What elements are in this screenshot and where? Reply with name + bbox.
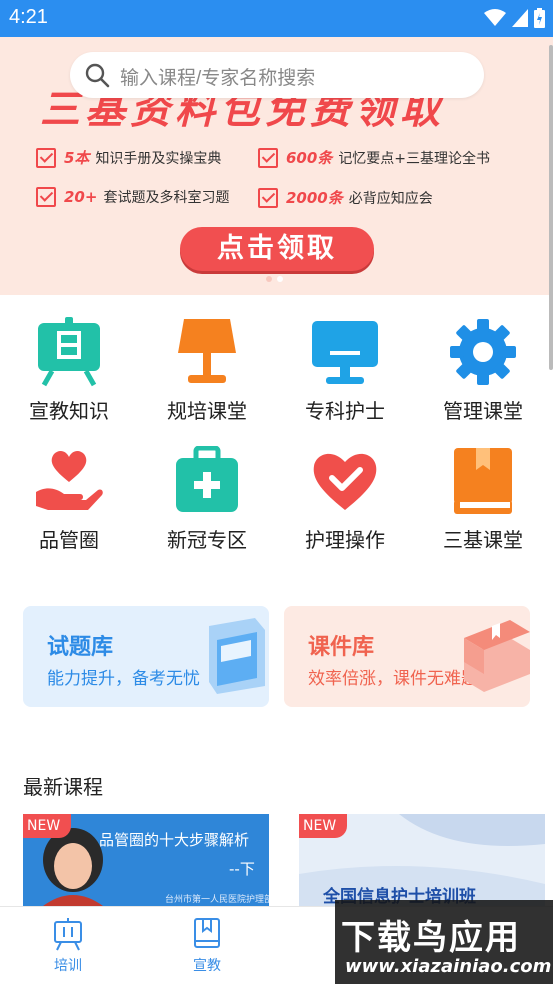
grid-item-quality-circle[interactable]: 品管圈 [9,446,129,553]
nav-label: 培训 [54,958,82,974]
feature-text: 必背应知应会 [348,190,433,207]
carousel-dot[interactable] [266,276,272,282]
course-card[interactable]: NEW 品管圈的十大步骤解析 --下 台州市第一人民医院护理部副主任 [23,814,269,906]
status-bar: 4:21 [0,0,553,37]
search-placeholder: 输入课程/专家名称搜索 [120,68,316,89]
checkbox-icon [258,147,278,168]
grid-label: 规培课堂 [167,401,247,423]
carousel-dot-active[interactable] [277,276,283,282]
new-badge: NEW [299,814,347,838]
search-icon [85,63,110,88]
course-title-suffix: --下 [229,860,255,878]
checkbox-icon [36,187,56,207]
watermark-url: www.xiazainiao.com [345,956,552,977]
easel-icon [38,317,100,387]
claim-button[interactable]: 点击领取 [180,227,374,271]
section-title: 最新课程 [23,775,103,799]
file-box-icon [209,618,265,694]
medkit-icon [176,446,238,512]
banner-feature: 20+ 套试题及多科室习题 [36,187,229,207]
grid-item-covid-zone[interactable]: 新冠专区 [147,446,267,553]
easel-icon [54,918,82,951]
grid-label: 专科护士 [305,401,385,423]
grid-item-education[interactable]: 宣教知识 [9,317,129,424]
feature-text: 记忆要点+三基理论全书 [338,150,491,167]
question-bank-card[interactable]: 试题库 能力提升，备考无忧 [23,606,269,707]
watermark: 下载鸟应用 www.xiazainiao.com [335,900,553,984]
feature-number: 600条 [286,149,333,167]
new-badge: NEW [23,814,71,838]
grid-label: 品管圈 [39,530,99,552]
grid-item-residency[interactable]: 规培课堂 [147,317,267,424]
grid-label: 管理课堂 [443,401,523,423]
card-subtitle: 效率倍涨，课件无难题 [308,669,478,689]
checkbox-icon [258,187,278,208]
feature-number: 5本 [64,149,90,167]
signal-icon [512,9,528,27]
grid-label: 三基课堂 [443,530,523,552]
book-icon [454,448,512,514]
feature-number: 2000条 [286,189,343,207]
watermark-text: 下载鸟应用 [341,918,521,958]
grid-item-management[interactable]: 管理课堂 [423,317,543,424]
status-time: 4:21 [9,6,48,28]
card-title: 试题库 [47,635,114,660]
banner-feature: 5本 知识手册及实操宝典 [36,147,221,168]
card-subtitle: 能力提升，备考无忧 [47,669,200,689]
feature-text: 知识手册及实操宝典 [95,150,222,167]
books-stack-icon [464,620,530,692]
heart-check-icon [313,453,377,510]
promo-banner[interactable]: 三基资料包免费领取 输入课程/专家名称搜索 5本 知识手册及实操宝典 600条 … [0,37,553,295]
wifi-icon [484,9,506,26]
carousel-dots [266,276,283,282]
search-input[interactable]: 输入课程/专家名称搜索 [70,52,484,98]
course-title: 品管圈的十大步骤解析 [99,831,250,849]
courseware-library-card[interactable]: 课件库 效率倍涨，课件无难题 [284,606,530,707]
grid-label: 护理操作 [305,530,385,552]
heart-hand-icon [36,450,103,510]
nav-item-training[interactable]: 培训 [28,917,108,975]
book-icon [194,918,220,948]
battery-icon [534,8,545,28]
gear-icon [450,319,516,385]
status-icons [484,8,545,28]
course-caption: 台州市第一人民医院护理部副主任 [165,895,269,905]
nav-item-education[interactable]: 宣教 [167,917,247,975]
grid-item-specialist-nurse[interactable]: 专科护士 [285,317,405,424]
banner-feature: 2000条 必背应知应会 [258,187,433,208]
checkbox-icon [36,147,56,168]
feature-text: 套试题及多科室习题 [103,190,230,206]
grid-item-three-basics[interactable]: 三基课堂 [423,446,543,553]
banner-feature: 600条 记忆要点+三基理论全书 [258,147,490,168]
grid-label: 新冠专区 [167,530,247,552]
nav-label: 宣教 [193,958,221,974]
feature-number: 20+ [64,188,98,206]
scrollbar[interactable] [549,45,553,370]
monitor-icon [312,321,378,384]
card-title: 课件库 [308,635,375,660]
grid-label: 宣教知识 [29,401,109,423]
grid-item-nursing-operation[interactable]: 护理操作 [285,446,405,553]
lamp-icon [178,319,236,383]
course-card[interactable]: NEW 全国信息护士培训班 [299,814,545,906]
